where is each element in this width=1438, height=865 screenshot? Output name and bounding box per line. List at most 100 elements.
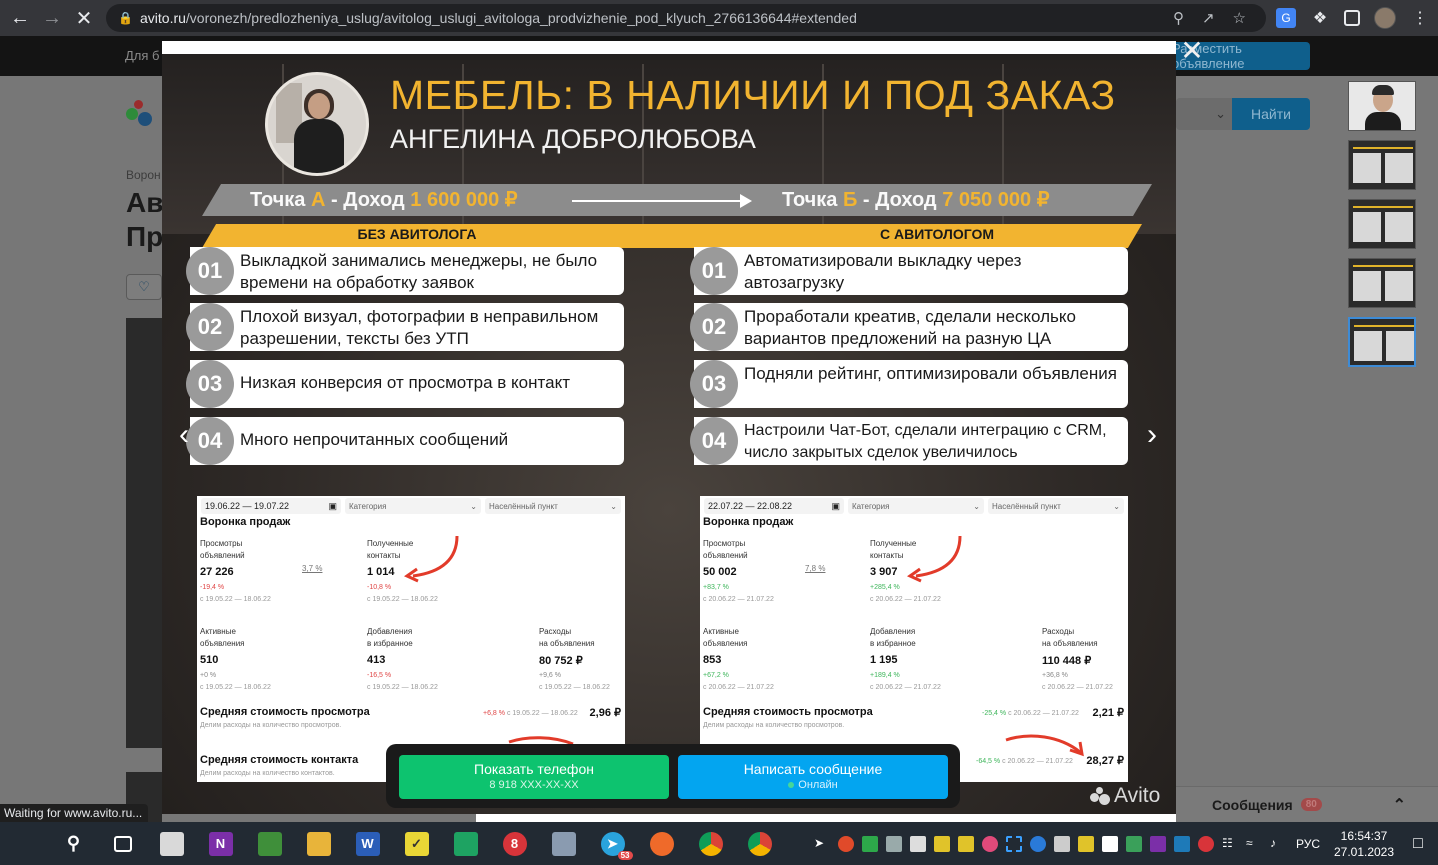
tray-app-icon[interactable] [957, 835, 974, 852]
stop-loading-icon[interactable]: ✕ [68, 2, 100, 34]
profile-avatar[interactable] [1374, 7, 1396, 29]
breadcrumb[interactable]: Ворон [126, 168, 161, 182]
windows-taskbar: ⚲ N W ✓ 8 ➤ 53 ➤ ☷ ≈ ♪ РУС 16:54:37 27.01… [0, 822, 1438, 865]
side-panel-icon[interactable] [1344, 10, 1360, 26]
views-change: -19,4 % [200, 584, 225, 591]
active-period: с 19.05.22 — 18.06.22 [200, 684, 271, 691]
taskbar-app[interactable] [441, 822, 490, 865]
search-category-select[interactable]: ⌄ [1176, 98, 1232, 130]
show-phone-button[interactable]: Показать телефон 8 918 XXX-XX-XX [399, 755, 669, 799]
taskbar-app[interactable] [637, 822, 686, 865]
avito-logo[interactable] [126, 98, 166, 128]
author-photo [265, 72, 369, 176]
show-phone-label: Показать телефон [474, 761, 594, 777]
forward-icon[interactable]: → [36, 2, 68, 34]
translate-extension-icon[interactable]: G [1276, 8, 1296, 28]
back-icon[interactable]: ← [4, 2, 36, 34]
share-icon[interactable]: ↗ [1202, 9, 1215, 27]
target-icon[interactable] [981, 835, 998, 852]
chevron-up-icon[interactable]: ⌃ [1393, 795, 1406, 815]
task-view-button[interactable] [98, 822, 147, 865]
tray-app-icon[interactable] [1101, 835, 1118, 852]
taskbar-app[interactable] [147, 822, 196, 865]
chrome-profile-icon [747, 831, 772, 856]
search-button[interactable]: ⚲ [49, 822, 98, 865]
gallery-thumbnail[interactable] [1348, 258, 1416, 308]
system-clock[interactable]: 16:54:37 27.01.2023 [1330, 828, 1398, 860]
taskbar-app[interactable] [294, 822, 343, 865]
taskbar-app[interactable] [539, 822, 588, 865]
chevron-right-icon[interactable]: › [1140, 418, 1164, 454]
taskbar-app[interactable]: ➤ 53 [588, 822, 637, 865]
taskbar-app[interactable]: ✓ [392, 822, 441, 865]
column-title-after: С АВИТОЛОГОМ [879, 226, 995, 242]
point-a: Точка А - Доход 1 600 000 ₽ [250, 187, 518, 212]
telegram-tray-icon[interactable]: ➤ [814, 836, 830, 852]
taskbar-app[interactable] [735, 822, 784, 865]
task-view-icon [113, 835, 132, 852]
taskbar-app[interactable]: N [196, 822, 245, 865]
taskbar-app[interactable]: 8 [490, 822, 539, 865]
tray-app-icon[interactable] [1029, 835, 1046, 852]
tray-app-icon[interactable] [1125, 835, 1142, 852]
clock-time: 16:54:37 [1340, 828, 1388, 843]
document-icon[interactable] [909, 835, 926, 852]
tray-app-icon[interactable] [1053, 835, 1070, 852]
red-tray-icon[interactable] [1197, 835, 1214, 852]
find-button[interactable]: Найти [1232, 98, 1310, 130]
start-button[interactable] [0, 822, 49, 865]
taskbar-app[interactable] [686, 822, 735, 865]
messages-panel[interactable]: Сообщения 80 ⌃ [1176, 786, 1438, 822]
taskbar-app[interactable] [245, 822, 294, 865]
tray-app-icon[interactable] [885, 835, 902, 852]
input-language[interactable]: РУС [1296, 837, 1320, 851]
tray-app-icon[interactable] [1077, 835, 1094, 852]
location-filter: Населённый пункт ⌄ [485, 498, 621, 514]
close-icon[interactable]: ✕ [1180, 37, 1204, 66]
gallery-thumbnail[interactable] [1348, 81, 1416, 131]
tray-app-icon[interactable] [837, 835, 854, 852]
write-message-button[interactable]: Написать сообщение Онлайн [678, 755, 948, 799]
item-text: Плохой визуал, фотографии в неправильном… [240, 307, 599, 348]
contacts-change: -10,8 % [367, 584, 392, 591]
onenote-tray-icon[interactable] [1149, 835, 1166, 852]
firefox-icon [649, 831, 674, 856]
category-filter: Категория ⌄ [345, 498, 481, 514]
avito-watermark: Avito [1090, 784, 1160, 808]
volume-icon[interactable]: ♪ [1270, 836, 1286, 852]
gallery-thumbnail[interactable] [1348, 199, 1416, 249]
favorites-value: 1 195 [870, 654, 898, 666]
spend-value: 110 448 ₽ [1042, 655, 1092, 667]
cost-per-contact-value: 28,27 ₽ [1086, 755, 1124, 767]
contacts-change: +285,4 % [870, 584, 900, 591]
after-item: 04 Настроили Чат-Бот, сделали интеграцию… [690, 417, 1128, 465]
chrome-icon [698, 831, 723, 856]
screenshot-icon[interactable] [1005, 835, 1022, 852]
network-icon[interactable]: ☷ [1222, 836, 1238, 852]
active-label: Активные объявления [200, 627, 245, 648]
item-number: 01 [186, 247, 234, 295]
shield-icon[interactable] [861, 835, 878, 852]
windows-logo-icon [15, 834, 35, 854]
item-number: 03 [690, 360, 738, 408]
favorite-heart-icon[interactable]: ♡ [126, 274, 162, 300]
favorites-label: Добавления в избранное [367, 627, 413, 648]
menu-kebab-icon[interactable]: ⋮ [1410, 8, 1430, 28]
notification-center-icon[interactable]: □ [1398, 822, 1438, 865]
tray-app-icon[interactable] [933, 835, 950, 852]
gallery-thumbnail-active[interactable] [1348, 317, 1416, 367]
zoom-icon[interactable]: ⚲ [1173, 9, 1184, 27]
page-title: Ав Пр [126, 186, 163, 254]
gallery-thumbnail[interactable] [1348, 140, 1416, 190]
cost-per-contact-title: Средняя стоимость контакта [200, 754, 359, 766]
address-bar[interactable]: 🔒 avito.ru/voronezh/predlozheniya_uslug/… [106, 4, 1266, 32]
bookmark-star-icon[interactable]: ☆ [1233, 9, 1246, 27]
taskbar-app[interactable]: W [343, 822, 392, 865]
column-title-before: БЕЗ АВИТОЛОГА [357, 226, 477, 242]
chevron-left-icon[interactable]: ‹ [172, 418, 196, 454]
spend-period: с 20.06.22 — 21.07.22 [1042, 684, 1113, 691]
item-text: Выкладкой занимались менеджеры, не было … [240, 251, 598, 292]
tray-app-icon[interactable] [1173, 835, 1190, 852]
wifi-icon[interactable]: ≈ [1246, 836, 1262, 852]
extensions-puzzle-icon[interactable]: ❖ [1310, 8, 1330, 28]
